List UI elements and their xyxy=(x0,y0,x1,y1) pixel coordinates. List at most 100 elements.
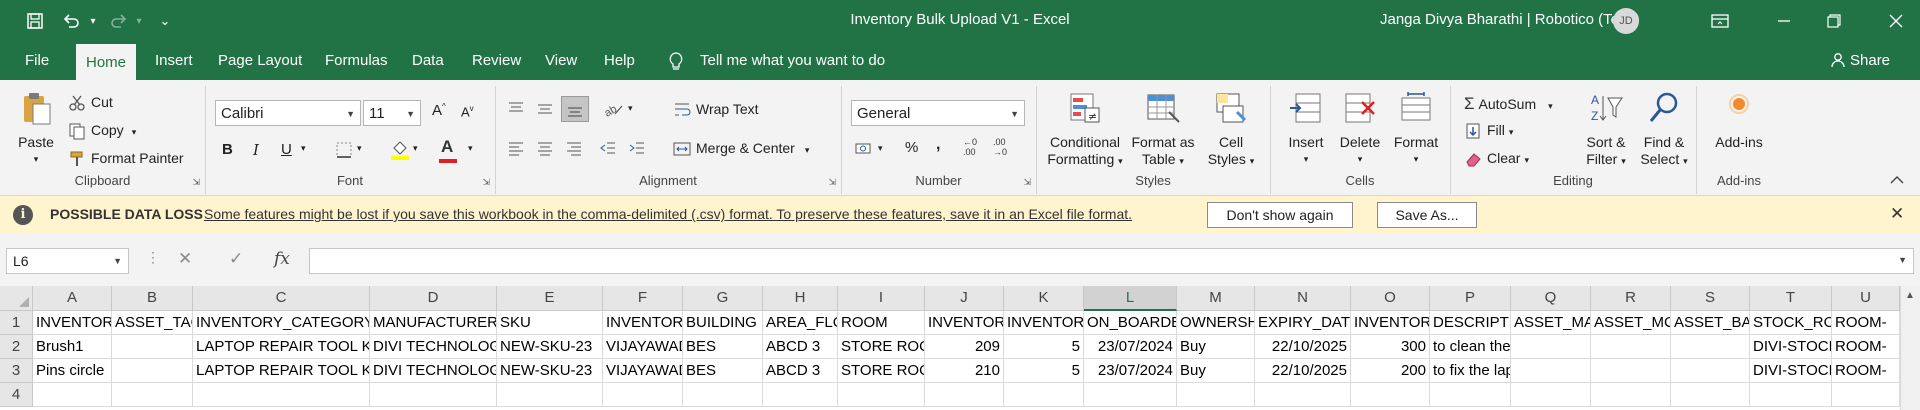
cell-a2[interactable]: Brush1 xyxy=(33,335,112,359)
column-header-a[interactable]: A xyxy=(33,286,112,311)
orientation-icon[interactable]: ab xyxy=(602,100,625,121)
name-box[interactable]: L6 ▼ xyxy=(6,248,129,274)
enter-formula-icon[interactable]: ✓ xyxy=(229,249,243,269)
cell-i1[interactable]: ROOM xyxy=(838,311,925,335)
cell-d4[interactable] xyxy=(370,383,497,407)
column-header-p[interactable]: P xyxy=(1430,286,1511,311)
bottom-align-icon[interactable] xyxy=(561,96,589,122)
decrease-font-size-icon[interactable]: Av xyxy=(461,104,474,119)
insert-function-icon[interactable]: fx xyxy=(274,249,290,269)
italic-button[interactable]: I xyxy=(253,141,259,159)
cell-b3[interactable] xyxy=(112,359,193,383)
top-align-icon[interactable] xyxy=(507,100,525,121)
cell-j3[interactable]: 210 xyxy=(925,359,1004,383)
column-header-b[interactable]: B xyxy=(112,286,193,311)
column-header-e[interactable]: E xyxy=(497,286,603,311)
column-header-f[interactable]: F xyxy=(603,286,683,311)
column-header-j[interactable]: J xyxy=(925,286,1004,311)
align-center-icon[interactable] xyxy=(536,139,554,160)
cell-u1[interactable]: ROOM- xyxy=(1832,311,1900,335)
cut-button[interactable]: Cut xyxy=(68,94,113,112)
name-box-dropdown-icon[interactable]: ▼ xyxy=(113,249,122,273)
cell-o3[interactable]: 200 xyxy=(1351,359,1430,383)
cell-p3[interactable]: to fix the laptop xyxy=(1430,359,1511,383)
cell-s4[interactable] xyxy=(1671,383,1750,407)
cell-l4[interactable] xyxy=(1084,383,1177,407)
paste-button[interactable]: Paste ▾ xyxy=(14,90,58,168)
cell-m1[interactable]: OWNERSHIP xyxy=(1177,311,1255,335)
row-header-4[interactable]: 4 xyxy=(0,383,33,407)
cell-e3[interactable]: NEW-SKU-23 xyxy=(497,359,603,383)
cell-r2[interactable] xyxy=(1591,335,1671,359)
row-header-1[interactable]: 1 xyxy=(0,311,33,335)
underline-button[interactable]: U xyxy=(281,141,292,158)
cell-c2[interactable]: LAPTOP REPAIR TOOL KIT xyxy=(193,335,370,359)
cell-g4[interactable] xyxy=(683,383,763,407)
expand-formula-bar-icon[interactable]: ▼ xyxy=(1898,255,1907,265)
cell-g2[interactable]: BES xyxy=(683,335,763,359)
middle-align-icon[interactable] xyxy=(536,100,554,121)
tab-data[interactable]: Data xyxy=(412,42,444,80)
cell-i4[interactable] xyxy=(838,383,925,407)
column-header-t[interactable]: T xyxy=(1750,286,1832,311)
close-icon[interactable] xyxy=(1876,6,1916,36)
cell-h4[interactable] xyxy=(763,383,838,407)
column-header-i[interactable]: I xyxy=(838,286,925,311)
cell-j2[interactable]: 209 xyxy=(925,335,1004,359)
cell-b1[interactable]: ASSET_TAG xyxy=(112,311,193,335)
column-header-r[interactable]: R xyxy=(1591,286,1671,311)
cell-q2[interactable] xyxy=(1511,335,1591,359)
column-header-k[interactable]: K xyxy=(1004,286,1084,311)
cell-g3[interactable]: BES xyxy=(683,359,763,383)
cell-u2[interactable]: ROOM- xyxy=(1832,335,1900,359)
fill-button[interactable]: Fill ▾ xyxy=(1464,122,1513,140)
tab-insert[interactable]: Insert xyxy=(155,42,193,80)
column-header-n[interactable]: N xyxy=(1255,286,1351,311)
increase-font-size-icon[interactable]: A^ xyxy=(432,102,446,119)
column-header-u[interactable]: U xyxy=(1832,286,1900,311)
font-name-select[interactable]: Calibri ▼ xyxy=(215,100,361,126)
cell-n3[interactable]: 22/10/2025 xyxy=(1255,359,1351,383)
number-format-select[interactable]: General ▼ xyxy=(851,100,1025,126)
font-launcher-icon[interactable]: ⇲ xyxy=(482,177,490,188)
font-size-select[interactable]: 11 ▼ xyxy=(363,100,421,126)
percent-style-button[interactable]: % xyxy=(905,139,918,156)
formula-input[interactable]: ▼ xyxy=(309,248,1914,274)
clear-button[interactable]: Clear ▾ xyxy=(1464,150,1529,168)
cell-d1[interactable]: MANUFACTURER xyxy=(370,311,497,335)
find-select-button[interactable]: Find & Select ▾ xyxy=(1636,90,1692,170)
cell-s3[interactable] xyxy=(1671,359,1750,383)
wrap-text-button[interactable]: Wrap Text xyxy=(673,101,759,119)
cell-j4[interactable] xyxy=(925,383,1004,407)
cell-m3[interactable]: Buy xyxy=(1177,359,1255,383)
cell-t1[interactable]: STOCK_ROOM xyxy=(1750,311,1832,335)
delete-cells-button[interactable]: Delete ▾ xyxy=(1334,90,1386,168)
copy-button[interactable]: Copy ▾ xyxy=(68,122,136,140)
cell-o4[interactable] xyxy=(1351,383,1430,407)
cell-n4[interactable] xyxy=(1255,383,1351,407)
autosum-button[interactable]: Σ AutoSum ▾ xyxy=(1464,94,1553,114)
cell-k4[interactable] xyxy=(1004,383,1084,407)
cell-s2[interactable] xyxy=(1671,335,1750,359)
accounting-format-icon[interactable] xyxy=(855,139,875,160)
dont-show-again-button[interactable]: Don't show again xyxy=(1207,202,1353,228)
column-header-l[interactable]: L xyxy=(1084,286,1177,311)
cell-o2[interactable]: 300 xyxy=(1351,335,1430,359)
tab-home[interactable]: Home xyxy=(76,44,137,82)
cell-s1[interactable]: ASSET_BAI xyxy=(1671,311,1750,335)
cell-a1[interactable]: INVENTORY_NAME xyxy=(33,311,112,335)
clipboard-launcher-icon[interactable]: ⇲ xyxy=(192,177,200,188)
autosum-dropdown-icon[interactable]: ▾ xyxy=(1548,101,1553,111)
cell-c3[interactable]: LAPTOP REPAIR TOOL KIT xyxy=(193,359,370,383)
number-launcher-icon[interactable]: ⇲ xyxy=(1023,177,1031,188)
cell-r1[interactable]: ASSET_MC xyxy=(1591,311,1671,335)
tab-page-layout[interactable]: Page Layout xyxy=(218,42,302,80)
underline-dropdown-icon[interactable]: ▾ xyxy=(301,143,306,154)
cell-a4[interactable] xyxy=(33,383,112,407)
cell-o1[interactable]: INVENTORY xyxy=(1351,311,1430,335)
column-header-g[interactable]: G xyxy=(683,286,763,311)
cell-t2[interactable]: DIVI-STOCK xyxy=(1750,335,1832,359)
borders-dropdown-icon[interactable]: ▾ xyxy=(357,143,362,154)
column-header-o[interactable]: O xyxy=(1351,286,1430,311)
cell-p4[interactable] xyxy=(1430,383,1511,407)
